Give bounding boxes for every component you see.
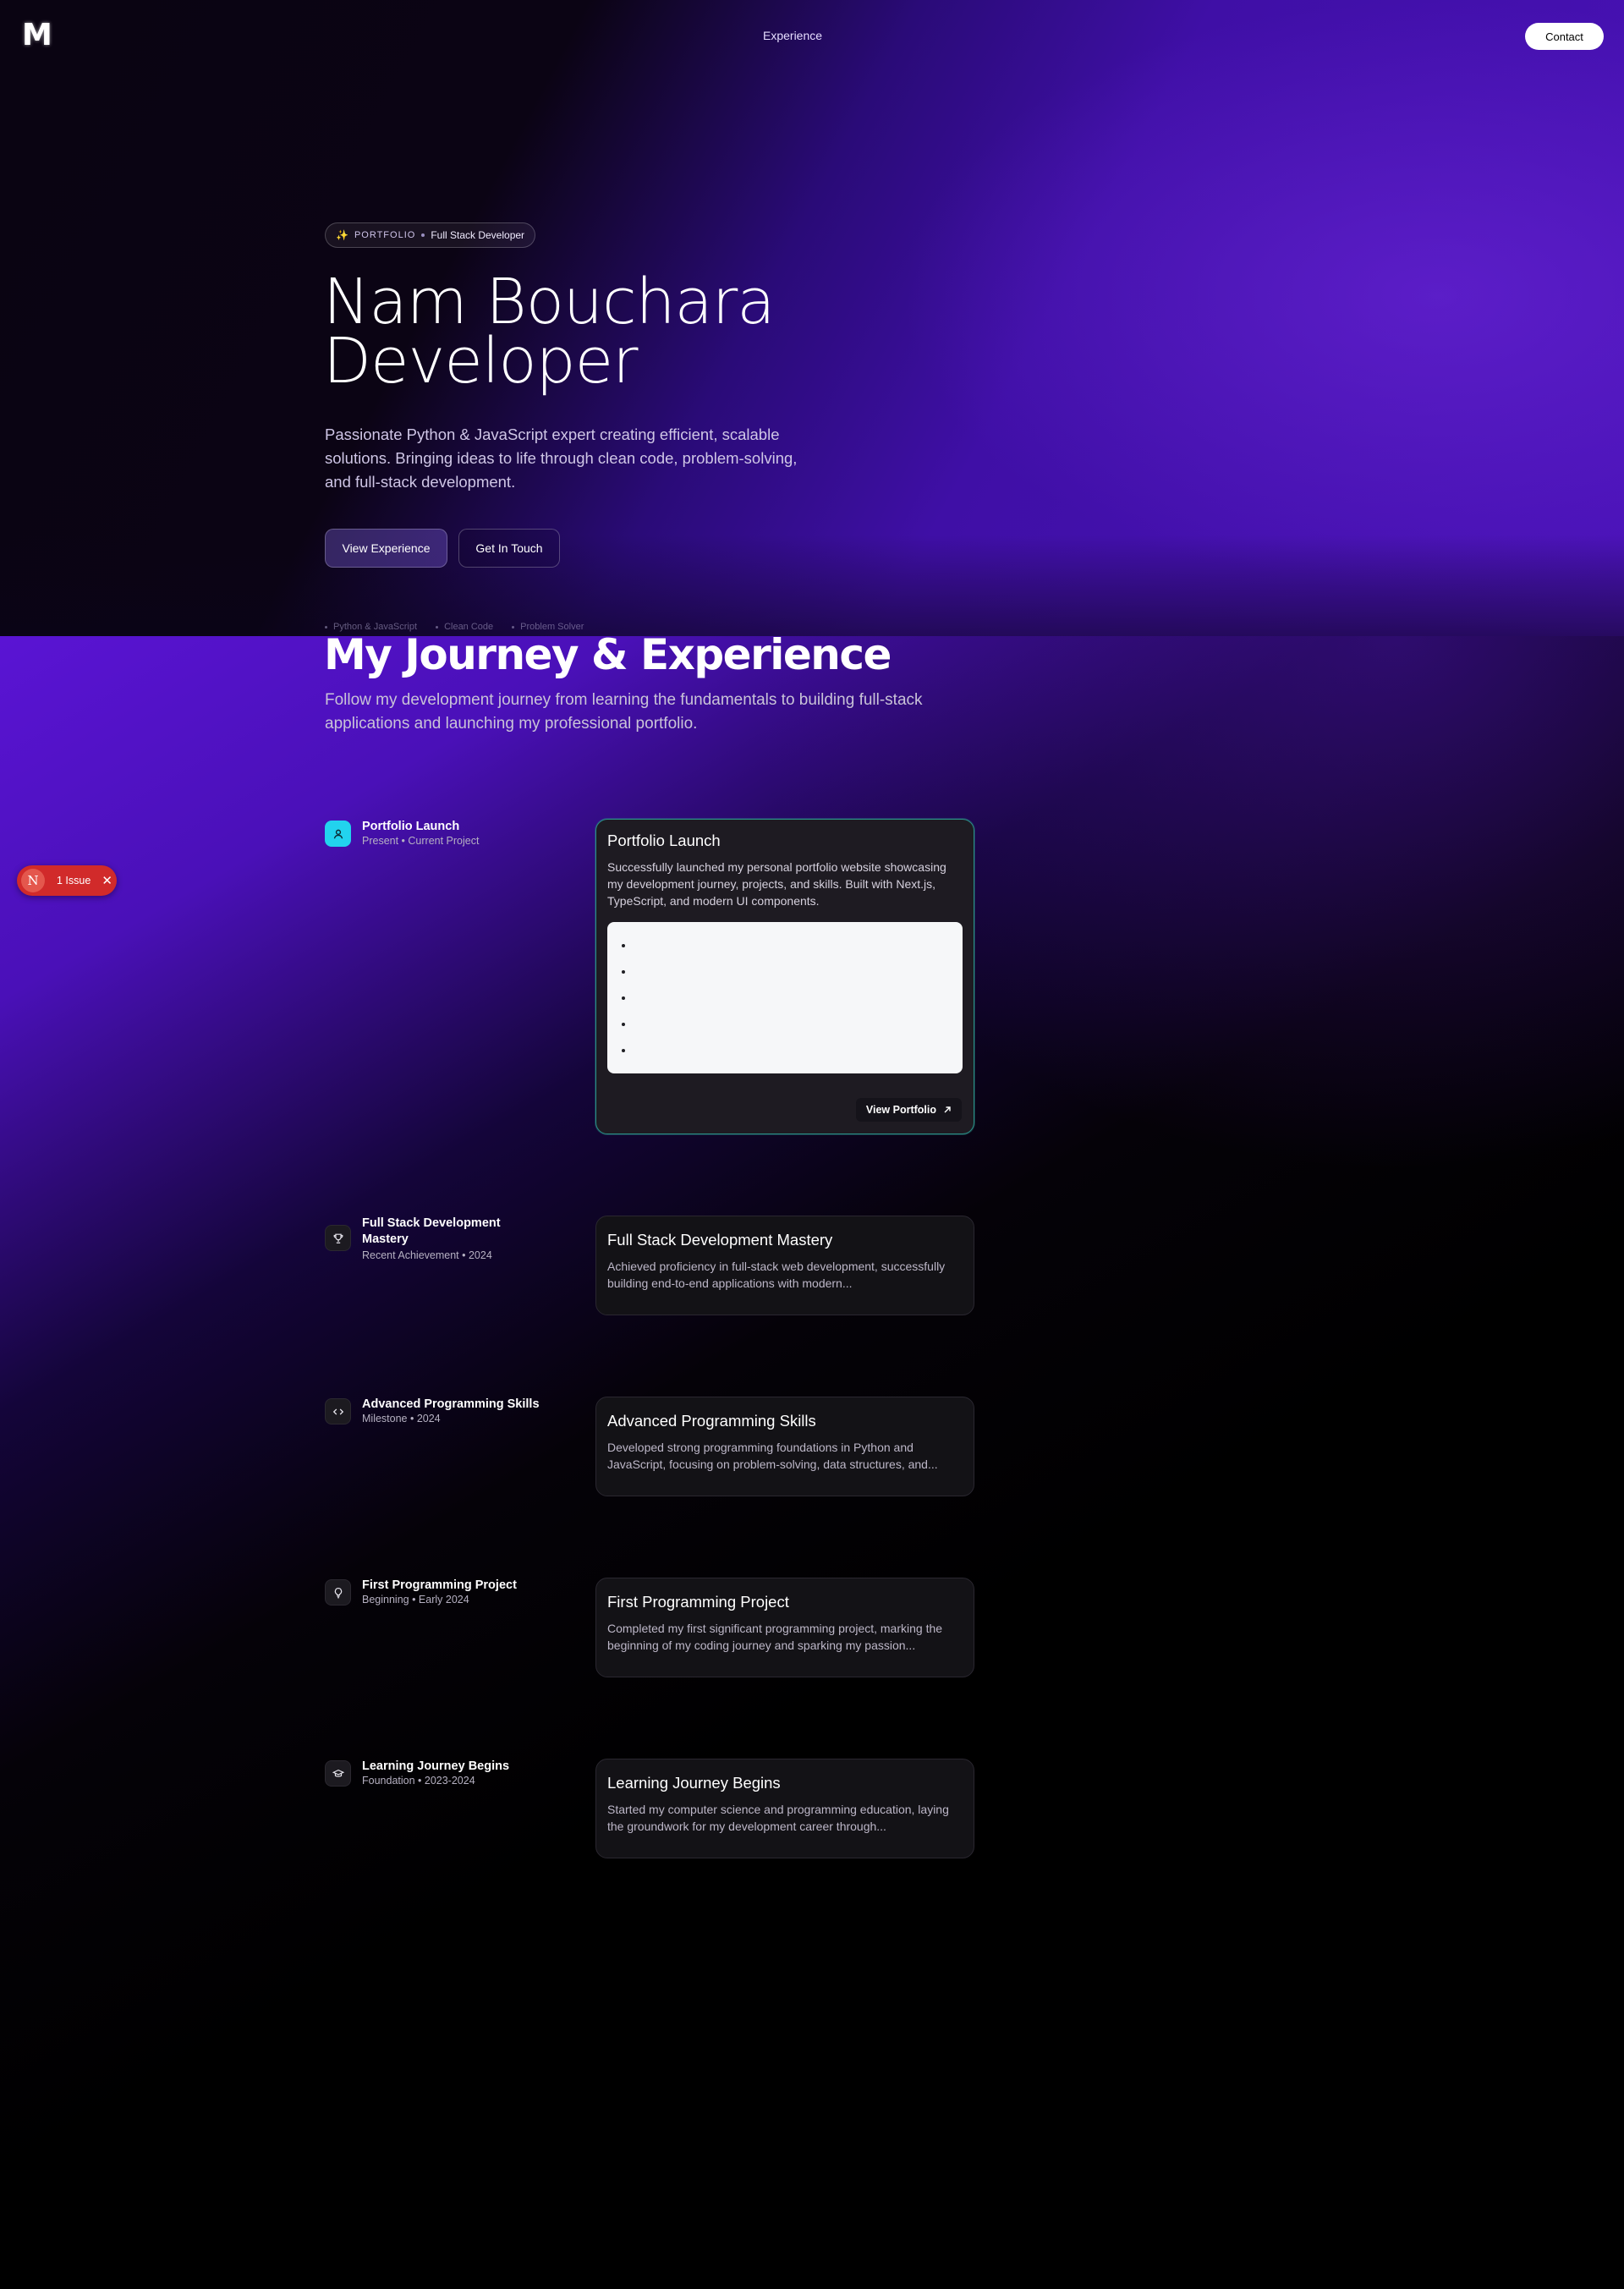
timeline-meta: Milestone • 2024 — [362, 1413, 441, 1424]
experience-card-active[interactable]: Portfolio Launch Successfully launched m… — [595, 819, 974, 1134]
card-title: Portfolio Launch — [607, 832, 721, 849]
card-title: Learning Journey Begins — [607, 1774, 781, 1792]
card-description: Completed my first significant programmi… — [607, 1622, 943, 1652]
hero-badge: ✨ PORTFOLIO Full Stack Developer — [325, 222, 536, 248]
timeline-title[interactable]: First Programming Project — [362, 1578, 582, 1594]
hero-badge-role: Full Stack Developer — [431, 229, 525, 241]
close-icon[interactable]: ✕ — [102, 873, 112, 888]
timeline-title[interactable]: Portfolio Launch — [362, 819, 531, 835]
timeline-title[interactable]: Full Stack Development Mastery — [362, 1216, 531, 1248]
timeline-icon-first-project — [325, 1579, 351, 1606]
view-portfolio-button[interactable]: View Portfolio — [855, 1098, 962, 1122]
nextjs-logo-icon[interactable]: N — [21, 869, 45, 892]
card-description: Successfully launched my personal portfo… — [607, 860, 946, 908]
experience-card[interactable]: Learning Journey Begins Started my compu… — [595, 1759, 974, 1858]
get-in-touch-button[interactable]: Get In Touch — [458, 529, 560, 568]
card-title: Advanced Programming Skills — [607, 1412, 816, 1430]
code-icon — [332, 1408, 343, 1415]
timeline-meta: Recent Achievement • 2024 — [362, 1249, 492, 1261]
contact-button[interactable]: Contact — [1525, 23, 1604, 50]
journey-section-title: My Journey & Experience — [324, 630, 892, 679]
card-title: First Programming Project — [607, 1593, 789, 1611]
external-arrow-icon — [944, 1106, 951, 1113]
trophy-icon — [333, 1233, 343, 1243]
experience-card[interactable]: Advanced Programming Skills Developed st… — [595, 1397, 974, 1496]
lightbulb-icon — [334, 1587, 342, 1598]
card-description: Achieved proficiency in full-stack web d… — [607, 1260, 946, 1290]
highlight-item — [634, 1037, 949, 1063]
highlight-item — [634, 932, 949, 958]
experience-card[interactable]: First Programming Project Completed my f… — [595, 1578, 974, 1677]
hero-title: Nam Bouchara Developer — [323, 271, 776, 392]
issues-count[interactable]: 1 Issue — [57, 875, 91, 887]
timeline-icon-portfolio — [325, 821, 351, 847]
timeline-icon-fullstack — [325, 1225, 351, 1251]
hero-title-line2: Developer — [323, 325, 639, 398]
hero-description: Passionate Python & JavaScript expert cr… — [325, 425, 798, 491]
view-experience-button[interactable]: View Experience — [325, 529, 447, 568]
site-logo[interactable]: M — [22, 20, 52, 51]
timeline-icon-advanced — [325, 1398, 351, 1424]
timeline-meta: Present • Current Project — [362, 835, 480, 847]
timeline-icon-learning — [325, 1760, 351, 1787]
view-portfolio-label: View Portfolio — [865, 1104, 936, 1116]
highlight-item — [634, 1011, 949, 1037]
highlight-item — [634, 985, 949, 1011]
dev-issues-badge[interactable]: N 1 Issue ✕ — [17, 865, 117, 896]
hero-background — [0, 0, 1624, 636]
timeline-meta: Beginning • Early 2024 — [362, 1594, 469, 1606]
user-icon — [333, 829, 343, 838]
graduation-cap-icon — [332, 1769, 344, 1777]
timeline-meta: Foundation • 2023-2024 — [362, 1775, 475, 1787]
card-title: Full Stack Development Mastery — [607, 1231, 833, 1249]
hero-badge-tag: PORTFOLIO — [354, 230, 416, 240]
card-description: Developed strong programming foundations… — [607, 1441, 938, 1471]
timeline-title[interactable]: Learning Journey Begins — [362, 1759, 582, 1775]
badge-separator-dot — [421, 233, 425, 237]
highlight-item — [634, 958, 949, 985]
card-description: Started my computer science and programm… — [607, 1803, 949, 1833]
card-highlights-list — [607, 922, 963, 1073]
sparkle-icon: ✨ — [336, 229, 348, 241]
experience-card[interactable]: Full Stack Development Mastery Achieved … — [595, 1216, 974, 1315]
nav-link-experience[interactable]: Experience — [763, 29, 822, 42]
journey-section-description: Follow my development journey from learn… — [325, 691, 923, 733]
timeline-title[interactable]: Advanced Programming Skills — [362, 1397, 582, 1413]
